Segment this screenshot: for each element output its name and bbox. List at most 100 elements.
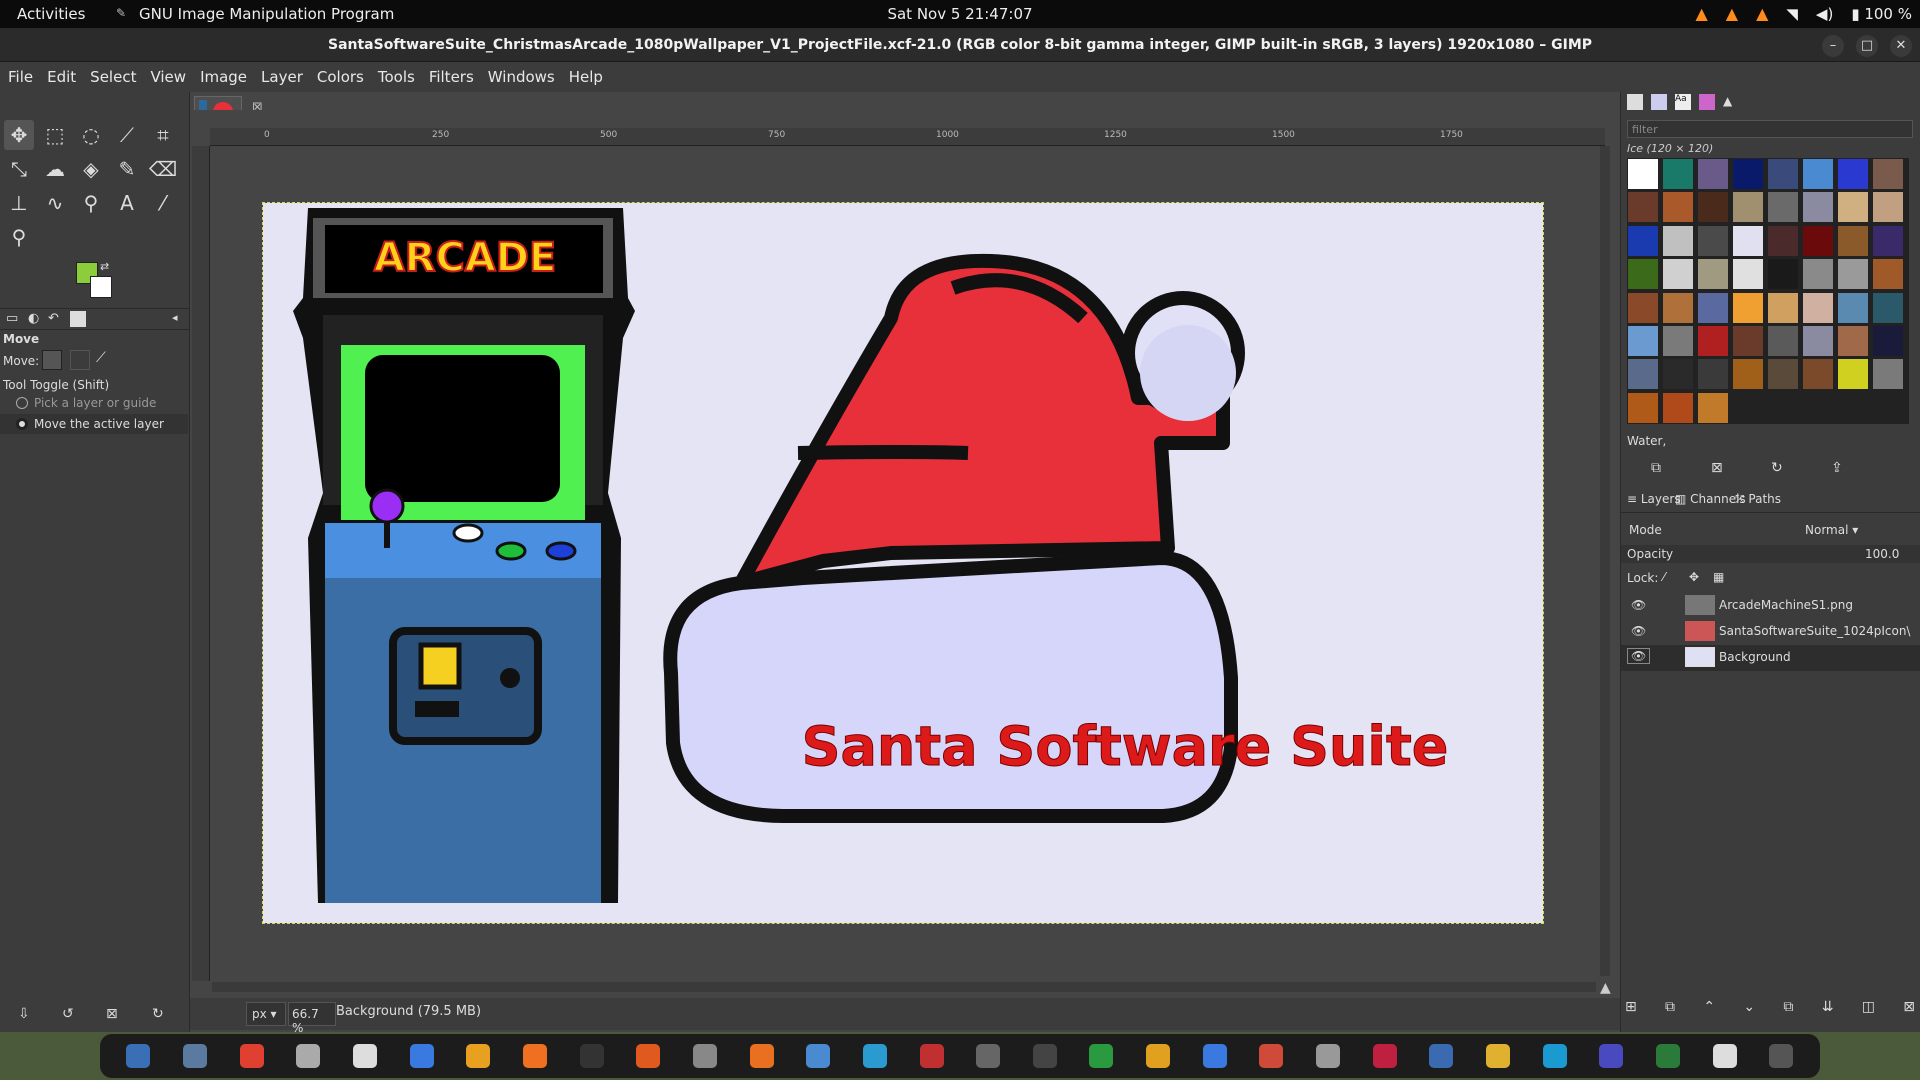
background-color[interactable] bbox=[90, 276, 112, 298]
vertical-scrollbar[interactable] bbox=[1600, 146, 1610, 976]
warning-icon[interactable]: ▲ bbox=[1756, 4, 1768, 23]
color-picker-tool-icon[interactable]: ⁄ bbox=[148, 188, 178, 218]
menu-tools[interactable]: Tools bbox=[372, 68, 423, 86]
menu-colors[interactable]: Colors bbox=[311, 68, 372, 86]
delete-tool-preset-icon[interactable]: ⊠ bbox=[106, 1006, 118, 1022]
reset-tool-options-icon[interactable]: ↻ bbox=[152, 1006, 164, 1022]
horizontal-scrollbar[interactable] bbox=[212, 982, 1596, 992]
maximize-button[interactable]: □ bbox=[1856, 35, 1878, 57]
app-icon[interactable] bbox=[352, 1044, 377, 1068]
warning-icon[interactable]: ▲ bbox=[1695, 4, 1707, 23]
help-app-icon[interactable] bbox=[862, 1044, 887, 1068]
tool-options-tab-icon[interactable]: ▭ bbox=[6, 311, 18, 326]
pattern-filter-input[interactable]: filter bbox=[1627, 120, 1913, 138]
merge-layer-icon[interactable]: ⇊ bbox=[1822, 999, 1834, 1017]
open-pattern-icon[interactable]: ⇪ bbox=[1831, 460, 1843, 476]
rect-select-tool-icon[interactable]: ⬚ bbox=[40, 120, 70, 150]
files-app-icon[interactable] bbox=[182, 1044, 207, 1068]
move-layer-mode-button[interactable] bbox=[42, 350, 62, 370]
app-icon[interactable] bbox=[1542, 1044, 1567, 1068]
volume-icon[interactable]: ◀) bbox=[1816, 5, 1833, 23]
paintbrush-tool-icon[interactable]: ✎ bbox=[112, 154, 142, 184]
gimp-app-icon[interactable] bbox=[976, 1044, 1001, 1068]
app-icon[interactable] bbox=[1202, 1044, 1227, 1068]
crop-tool-icon[interactable]: ⌗ bbox=[148, 120, 178, 150]
brushes-tab-icon[interactable] bbox=[1627, 94, 1643, 110]
menu-file[interactable]: File bbox=[2, 68, 41, 86]
app-icon[interactable] bbox=[1599, 1044, 1624, 1068]
horizontal-ruler[interactable]: 0 250 500 750 1000 1250 1500 1750 bbox=[210, 128, 1605, 146]
firefox-app-icon[interactable] bbox=[636, 1044, 661, 1068]
move-path-mode-icon[interactable]: ⟋ bbox=[96, 350, 116, 370]
tab-layers[interactable]: ≡ Layers bbox=[1627, 492, 1681, 506]
app-icon[interactable] bbox=[466, 1044, 491, 1068]
duplicate-pattern-icon[interactable]: ⧉ bbox=[1651, 460, 1661, 476]
app-icon[interactable] bbox=[806, 1044, 831, 1068]
fuzzy-select-tool-icon[interactable]: ⟋ bbox=[112, 120, 142, 150]
battery-indicator[interactable]: ▮ 100 % bbox=[1851, 5, 1912, 23]
visibility-eye-icon[interactable]: 👁 bbox=[1631, 624, 1646, 638]
restore-tool-preset-icon[interactable]: ↺ bbox=[62, 1006, 74, 1022]
app-icon[interactable] bbox=[749, 1044, 774, 1068]
app-icon[interactable] bbox=[1146, 1044, 1171, 1068]
delete-layer-icon[interactable]: ⊠ bbox=[1903, 999, 1915, 1017]
text-tool-icon[interactable]: A bbox=[112, 188, 142, 218]
paths-tool-icon[interactable]: ⚲ bbox=[76, 188, 106, 218]
device-status-tab-icon[interactable]: ◐ bbox=[28, 311, 39, 326]
visibility-eye-icon[interactable]: 👁 bbox=[1627, 648, 1651, 664]
vlc-app-icon[interactable] bbox=[522, 1044, 547, 1068]
lasso-tool-icon[interactable]: ◌ bbox=[76, 120, 106, 150]
app-icon[interactable] bbox=[692, 1044, 717, 1068]
app-icon[interactable] bbox=[1656, 1044, 1681, 1068]
fonts-tab-icon[interactable]: Aa bbox=[1675, 94, 1691, 110]
app-icon[interactable] bbox=[1032, 1044, 1057, 1068]
lock-alpha-icon[interactable]: ▦ bbox=[1713, 570, 1724, 584]
menu-layer[interactable]: Layer bbox=[255, 68, 311, 86]
app-icon[interactable] bbox=[919, 1044, 944, 1068]
new-group-icon[interactable]: ⧉ bbox=[1665, 999, 1675, 1017]
mode-select[interactable]: Normal ▾ bbox=[1805, 523, 1858, 537]
close-button[interactable]: ✕ bbox=[1890, 35, 1912, 57]
app-icon[interactable] bbox=[1712, 1044, 1737, 1068]
minimize-button[interactable]: – bbox=[1822, 35, 1844, 57]
swap-colors-icon[interactable]: ⇄ bbox=[100, 260, 109, 273]
raise-layer-icon[interactable]: ⌃ bbox=[1703, 999, 1715, 1017]
unit-select[interactable]: px ▾ bbox=[246, 1002, 286, 1026]
chrome-app-icon[interactable] bbox=[239, 1044, 264, 1068]
menu-edit[interactable]: Edit bbox=[41, 68, 84, 86]
image-canvas[interactable]: ARCADE Santa Software Suite bbox=[262, 202, 1544, 924]
lower-layer-icon[interactable]: ⌄ bbox=[1743, 999, 1755, 1017]
move-selection-mode-button[interactable] bbox=[70, 350, 90, 370]
move-tool-icon[interactable]: ✥ bbox=[4, 120, 34, 150]
clone-tool-icon[interactable]: ⊥ bbox=[4, 188, 34, 218]
mask-layer-icon[interactable]: ◫ bbox=[1862, 999, 1875, 1017]
bucket-fill-tool-icon[interactable]: ◈ bbox=[76, 154, 106, 184]
menu-view[interactable]: View bbox=[144, 68, 194, 86]
terminal-app-icon[interactable] bbox=[126, 1044, 151, 1068]
app-icon[interactable] bbox=[1429, 1044, 1454, 1068]
eraser-tool-icon[interactable]: ⌫ bbox=[148, 154, 178, 184]
images-tab-icon[interactable] bbox=[70, 311, 86, 327]
layer-row[interactable]: 👁 ArcadeMachineS1.png bbox=[1621, 593, 1920, 619]
clock[interactable]: Sat Nov 5 21:47:07 bbox=[0, 5, 1920, 23]
layer-row-active[interactable]: 👁 Background bbox=[1621, 645, 1920, 671]
gradients-tab-icon[interactable] bbox=[1699, 94, 1715, 110]
pattern-grid[interactable] bbox=[1627, 158, 1909, 424]
zoom-tool-icon[interactable]: ⚲ bbox=[4, 222, 34, 252]
pick-layer-option[interactable]: Pick a layer or guide bbox=[34, 396, 156, 410]
app-icon[interactable] bbox=[1316, 1044, 1341, 1068]
layer-row[interactable]: 👁 SantaSoftwareSuite_1024pIcon\ bbox=[1621, 619, 1920, 645]
opacity-slider[interactable]: Opacity 100.0 bbox=[1621, 545, 1920, 563]
app-icon[interactable] bbox=[1259, 1044, 1284, 1068]
show-apps-icon[interactable] bbox=[1769, 1044, 1794, 1068]
smudge-tool-icon[interactable]: ∿ bbox=[40, 188, 70, 218]
app-icon[interactable] bbox=[296, 1044, 321, 1068]
zoom-select[interactable]: 66.7 % bbox=[288, 1002, 336, 1035]
dynamics-tab-icon[interactable]: ▲ bbox=[1723, 94, 1739, 110]
refresh-patterns-icon[interactable]: ↻ bbox=[1771, 460, 1783, 476]
wifi-icon[interactable]: ◥ bbox=[1786, 5, 1798, 23]
duplicate-layer-icon[interactable]: ⧉ bbox=[1783, 999, 1793, 1017]
radio-move-active[interactable] bbox=[16, 418, 28, 430]
app-icon[interactable] bbox=[1486, 1044, 1511, 1068]
new-layer-icon[interactable]: ⊞ bbox=[1625, 999, 1637, 1017]
